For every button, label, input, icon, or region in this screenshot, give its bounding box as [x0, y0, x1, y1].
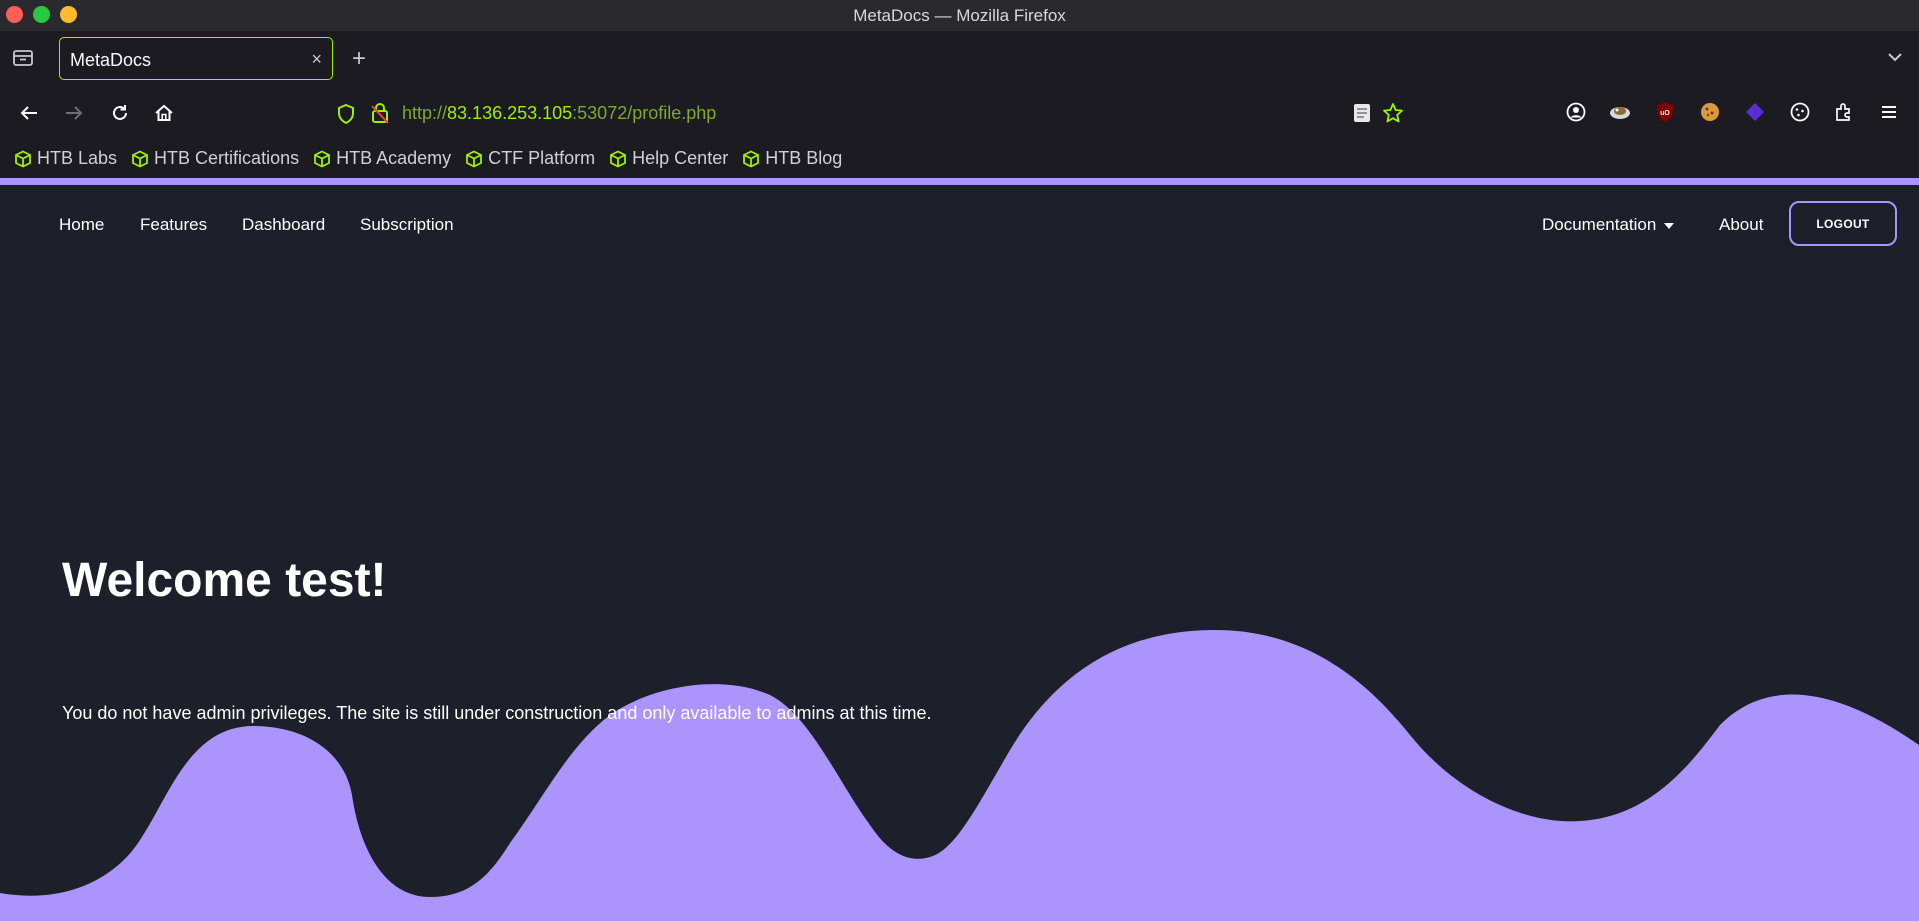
- window-title: MetaDocs — Mozilla Firefox: [853, 5, 1066, 25]
- url-protocol: http://: [402, 103, 448, 123]
- page-content: Home Features Dashboard Subscription Doc…: [0, 185, 1919, 921]
- bookmark-htb-labs[interactable]: HTB Labs: [14, 148, 117, 169]
- cube-icon: [743, 149, 760, 168]
- logout-button[interactable]: LOGOUT: [1789, 201, 1897, 246]
- nav-subscription[interactable]: Subscription: [360, 215, 454, 235]
- bookmarks-toolbar: HTB Labs HTB Certifications HTB Academy …: [0, 139, 1919, 178]
- back-icon[interactable]: [16, 100, 42, 126]
- ublock-origin-icon[interactable]: uO: [1652, 99, 1678, 125]
- svg-text:uO: uO: [1660, 110, 1670, 117]
- bookmark-label: CTF Platform: [488, 148, 596, 168]
- reader-view-icon[interactable]: [1353, 103, 1371, 128]
- window-controls: [6, 6, 77, 23]
- bookmark-label: HTB Certifications: [154, 148, 300, 168]
- reload-icon[interactable]: [107, 100, 133, 126]
- cube-icon: [314, 149, 330, 168]
- bookmark-htb-academy[interactable]: HTB Academy: [313, 148, 451, 169]
- admin-privileges-notice: You do not have admin privileges. The si…: [62, 703, 932, 723]
- bookmark-htb-certifications[interactable]: HTB Certifications: [131, 148, 299, 169]
- purple-diamond-extension-icon[interactable]: [1742, 99, 1768, 125]
- nav-dashboard[interactable]: Dashboard: [242, 215, 325, 235]
- bookmark-htb-blog[interactable]: HTB Blog: [742, 148, 842, 169]
- navigation-toolbar: http://83.136.253.105:53072/profile.php …: [0, 87, 1919, 139]
- minimize-window-button[interactable]: [60, 6, 77, 23]
- cube-icon: [466, 149, 483, 168]
- bookmark-label: HTB Labs: [37, 148, 118, 168]
- new-tab-button[interactable]: +: [352, 45, 366, 73]
- close-window-button[interactable]: [6, 6, 23, 23]
- bookmark-label: HTB Blog: [765, 148, 843, 168]
- account-icon[interactable]: [1563, 99, 1589, 125]
- url-host: 83.136.253.105: [447, 103, 573, 123]
- shield-icon[interactable]: [336, 103, 356, 130]
- tab-metadocs[interactable]: MetaDocs ×: [59, 37, 333, 80]
- home-icon[interactable]: [151, 100, 177, 126]
- cube-icon: [132, 149, 148, 168]
- tab-list-icon[interactable]: [12, 48, 36, 70]
- cookie-editor-icon[interactable]: [1787, 99, 1813, 125]
- cookie-extension-icon[interactable]: [1697, 99, 1723, 125]
- url-text[interactable]: http://83.136.253.105:53072/profile.php: [402, 103, 716, 124]
- caret-down-icon: [1664, 222, 1675, 229]
- nav-documentation-dropdown[interactable]: Documentation: [1542, 215, 1675, 235]
- bookmark-ctf-platform[interactable]: CTF Platform: [465, 148, 595, 169]
- cube-icon: [610, 149, 627, 168]
- insecure-lock-icon[interactable]: [370, 102, 390, 129]
- maximize-window-button[interactable]: [33, 6, 50, 23]
- wappalyzer-extension-icon[interactable]: [1607, 99, 1633, 125]
- bookmark-help-center[interactable]: Help Center: [609, 148, 728, 169]
- nav-home[interactable]: Home: [59, 215, 104, 235]
- nav-features[interactable]: Features: [140, 215, 207, 235]
- tab-bar: MetaDocs × +: [0, 31, 1919, 87]
- cube-icon: [15, 149, 31, 168]
- tab-title: MetaDocs: [70, 50, 152, 70]
- nav-documentation-label: Documentation: [1542, 215, 1657, 234]
- window-titlebar: MetaDocs — Mozilla Firefox: [0, 0, 1919, 31]
- extensions-puzzle-icon[interactable]: [1831, 99, 1857, 125]
- url-path: :53072/profile.php: [572, 103, 717, 123]
- bookmark-label: Help Center: [632, 148, 729, 168]
- chevron-down-icon[interactable]: [1885, 47, 1905, 67]
- tab-close-icon[interactable]: ×: [311, 49, 322, 70]
- forward-icon[interactable]: [61, 100, 87, 126]
- menu-hamburger-icon[interactable]: [1876, 99, 1902, 125]
- url-bar[interactable]: http://83.136.253.105:53072/profile.php: [330, 95, 1410, 131]
- bookmark-label: HTB Academy: [336, 148, 452, 168]
- page-top-accent-bar: [0, 178, 1919, 185]
- welcome-heading: Welcome test!: [62, 554, 387, 607]
- bookmark-star-icon[interactable]: [1382, 102, 1404, 129]
- nav-about[interactable]: About: [1719, 215, 1763, 235]
